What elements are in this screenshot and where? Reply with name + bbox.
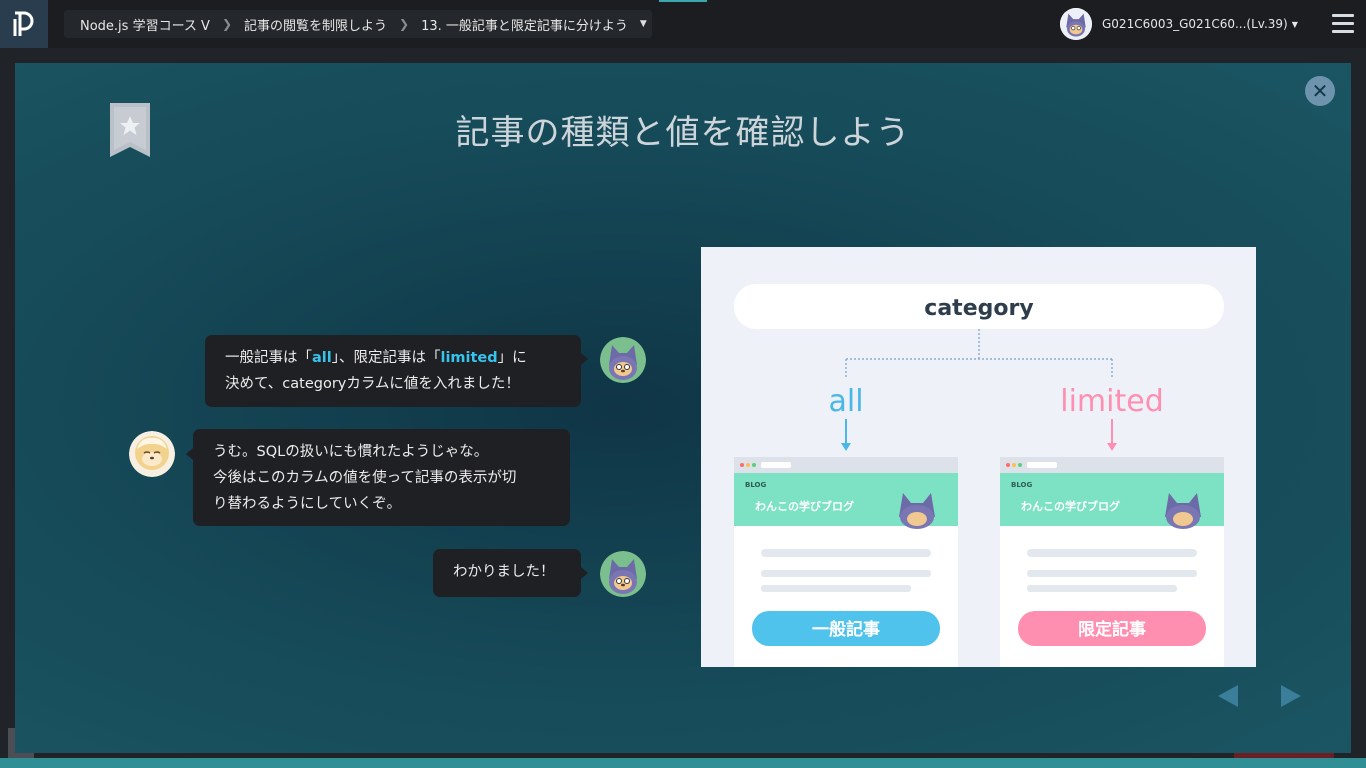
message-line: 今後はこのカラムの値を使って記事の表示が切	[213, 470, 517, 486]
breadcrumb-chapter[interactable]: 記事の閲覧を制限しよう	[244, 15, 387, 34]
user-menu[interactable]: G021C6003_G021C60...(Lv.39) ▼	[1060, 8, 1298, 40]
limited-article-label: 限定記事	[1078, 619, 1146, 640]
breadcrumb: Node.js 学習コース V ❯ 記事の閲覧を制限しよう ❯ 13. 一般記事…	[64, 10, 652, 38]
message-text: 一般記事は「	[225, 350, 312, 366]
category-label: category	[924, 296, 1033, 321]
blog-card-limited: BLOG わんこの学びブログ 限定記事	[1000, 457, 1224, 667]
prev-arrow-icon[interactable]	[1218, 685, 1238, 707]
chat-bubble: 一般記事は「all」、限定記事は「limited」に 決めて、categoryカ…	[205, 335, 581, 407]
avatar	[1060, 8, 1092, 40]
close-icon[interactable]: ✕	[1305, 76, 1335, 106]
blog-card-all: BLOG わんこの学びブログ 一般記事	[734, 457, 958, 667]
all-label: all	[828, 384, 863, 419]
message-text: 」、限定記事は「	[331, 350, 441, 366]
message-line: うむ。SQLの扱いにも慣れたようじゃな。	[213, 444, 489, 460]
top-accent-bar	[659, 0, 707, 2]
caret-down-icon[interactable]: ▼	[640, 19, 647, 29]
caret-down-icon: ▼	[1291, 19, 1298, 29]
highlight-value: limited	[440, 350, 498, 366]
slide-modal: 記事の種類と値を確認しよう ✕ 一般記事は「all」、限定記事は「limited…	[15, 63, 1351, 753]
avatar	[129, 431, 175, 477]
card-blog-label: BLOG	[1011, 481, 1032, 489]
message-line: 決めて、categoryカラムに値を入れました！	[225, 376, 520, 392]
card-blog-label: BLOG	[745, 481, 766, 489]
chevron-right-icon: ❯	[399, 17, 410, 31]
card-title: わんこの学びブログ	[755, 499, 854, 513]
next-arrow-icon[interactable]	[1281, 685, 1301, 707]
chevron-right-icon: ❯	[221, 17, 233, 31]
background-footer-bar	[0, 758, 1366, 768]
avatar	[600, 337, 646, 383]
limited-label: limited	[1060, 384, 1164, 419]
chat-bubble: わかりました！	[433, 549, 581, 597]
hamburger-menu-icon[interactable]	[1332, 14, 1354, 34]
category-diagram: category all limited BLOG わんこの学びブログ 一般記事…	[701, 247, 1256, 667]
slide-title: 記事の種類と値を確認しよう	[455, 113, 911, 153]
message-line: 一般記事は「all」、限定記事は「limited」に	[225, 345, 561, 371]
bubble-tail	[186, 448, 193, 460]
top-bar: Node.js 学習コース V ❯ 記事の閲覧を制限しよう ❯ 13. 一般記事…	[0, 0, 1366, 48]
app-logo-icon[interactable]	[0, 0, 48, 48]
highlight-value: all	[312, 350, 332, 366]
bubble-tail	[581, 353, 588, 365]
chat-bubble: うむ。SQLの扱いにも慣れたようじゃな。 今後はこのカラムの値を使って記事の表示…	[193, 429, 570, 526]
user-label: G021C6003_G021C60...(Lv.39)	[1102, 17, 1288, 31]
bubble-tail	[581, 567, 588, 579]
message-text: 」に	[497, 350, 527, 366]
breadcrumb-lesson[interactable]: 13. 一般記事と限定記事に分けよう	[421, 15, 628, 34]
breadcrumb-course[interactable]: Node.js 学習コース V	[80, 15, 210, 34]
card-title: わんこの学びブログ	[1021, 499, 1120, 513]
message-line: り替わるようにしていくぞ。	[213, 496, 402, 512]
message-line: わかりました！	[453, 564, 555, 580]
avatar	[600, 551, 646, 597]
general-article-label: 一般記事	[812, 619, 880, 640]
